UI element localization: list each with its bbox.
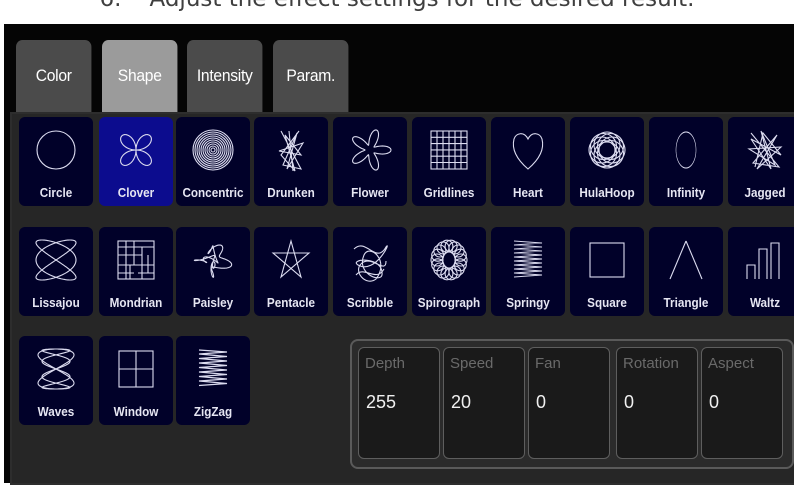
shape-button-waltz[interactable]: Waltz [728,227,794,316]
shape-label: Square [587,295,627,310]
speed-field[interactable]: Speed 20 [443,347,525,459]
tab-label: Color [35,66,72,85]
shape-label: Springy [506,295,550,310]
shape-label: Spirograph [417,295,481,310]
tab-label: Intensity [196,66,253,85]
shape-label: Clover [117,185,155,200]
tab-color[interactable]: Color [16,40,92,112]
depth-value: 255 [366,392,397,412]
shape-button-springy[interactable]: Springy [491,227,565,316]
shape-label: Scribble [346,295,394,310]
shape-label: Mondrian [109,295,163,310]
aspect-label: Aspect [708,355,754,372]
shape-button-clover[interactable]: Clover [99,117,173,206]
rotation-value: 0 [624,392,635,412]
depth-field[interactable]: Depth 255 [358,347,440,459]
tab-intensity[interactable]: Intensity [187,40,263,112]
aspect-value: 0 [709,392,720,412]
shape-label: Circle [39,185,73,200]
parameter-panel: Depth 255 Speed 20 Fan 0 Rotation 0 Aspe… [350,339,794,469]
shape-label: Heart [513,185,543,200]
tab-label: Param. [286,66,336,85]
shape-label: Waves [37,404,75,419]
depth-label: Depth [365,355,406,372]
shape-label: HulaHoop [579,185,635,200]
shape-button-heart[interactable]: Heart [491,117,565,206]
fan-label: Fan [535,355,561,372]
fan-value: 0 [536,392,547,412]
shape-label: Drunken [267,185,315,200]
shape-label: Window [113,404,159,419]
shape-button-infinity[interactable]: Infinity [649,117,723,206]
shape-label: Gridlines [423,185,475,200]
shape-label: Lissajou [32,295,80,310]
shape-button-jagged[interactable]: Jagged [728,117,794,206]
shape-button-spirograph[interactable]: Spirograph [412,227,486,316]
shape-label: Waltz [749,295,781,310]
shape-button-waves[interactable]: Waves [19,336,93,425]
shape-label: Flower [351,185,389,200]
shape-button-window[interactable]: Window [99,336,173,425]
instruction-step: 6. Adjust the effect settings for the des… [0,0,794,20]
shape-button-flower[interactable]: Flower [333,117,407,206]
shape-button-zigzag[interactable]: ZigZag [176,336,250,425]
shape-button-square[interactable]: Square [570,227,644,316]
rotation-field[interactable]: Rotation 0 [616,347,698,459]
shape-label: Jagged [744,185,786,200]
rotation-label: Rotation [623,355,679,372]
shape-label: Infinity [666,185,706,200]
shape-label: Triangle [663,295,709,310]
tab-label: Shape [117,66,162,85]
speed-value: 20 [451,392,472,412]
shape-button-scribble[interactable]: Scribble [333,227,407,316]
shape-label: Concentric [182,185,244,200]
shape-button-concentric[interactable]: Concentric [176,117,250,206]
shape-label: ZigZag [193,404,233,419]
shape-button-pentacle[interactable]: Pentacle [254,227,328,316]
shape-button-gridlines[interactable]: Gridlines [412,117,486,206]
shape-label: Pentacle [266,295,316,310]
shape-label: Paisley [192,295,234,310]
shape-button-circle[interactable]: Circle [19,117,93,206]
aspect-field[interactable]: Aspect 0 [701,347,783,459]
shape-button-hulahoop[interactable]: HulaHoop [570,117,644,206]
shape-button-triangle[interactable]: Triangle [649,227,723,316]
instruction-text: Adjust the effect settings for the desir… [150,0,695,12]
shape-button-paisley[interactable]: Paisley [176,227,250,316]
fan-field[interactable]: Fan 0 [528,347,610,459]
instruction-number: 6. [100,0,122,12]
tab-shape[interactable]: Shape [102,40,178,112]
shape-button-mondrian[interactable]: Mondrian [99,227,173,316]
tab-param[interactable]: Param. [273,40,349,112]
shape-button-drunken[interactable]: Drunken [254,117,328,206]
shape-button-lissajou[interactable]: Lissajou [19,227,93,316]
speed-label: Speed [450,355,494,372]
